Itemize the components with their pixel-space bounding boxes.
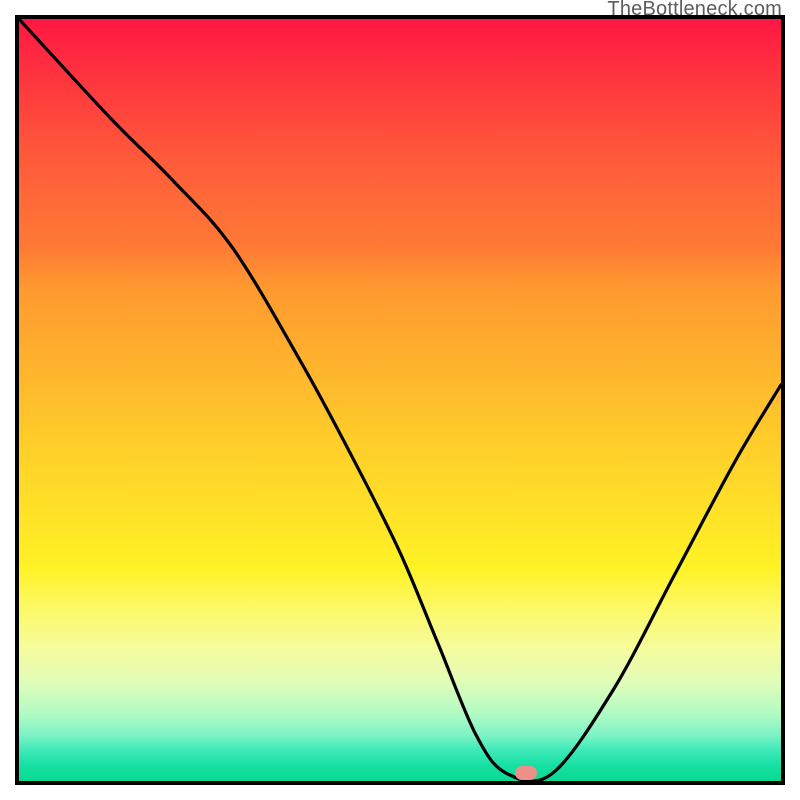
watermark-text: TheBottleneck.com: [607, 0, 782, 21]
bottleneck-curve-path: [19, 19, 781, 781]
plot-area: [15, 15, 785, 785]
optimum-marker: [515, 766, 537, 780]
curve-svg: [19, 19, 781, 781]
chart-container: TheBottleneck.com: [0, 0, 800, 800]
